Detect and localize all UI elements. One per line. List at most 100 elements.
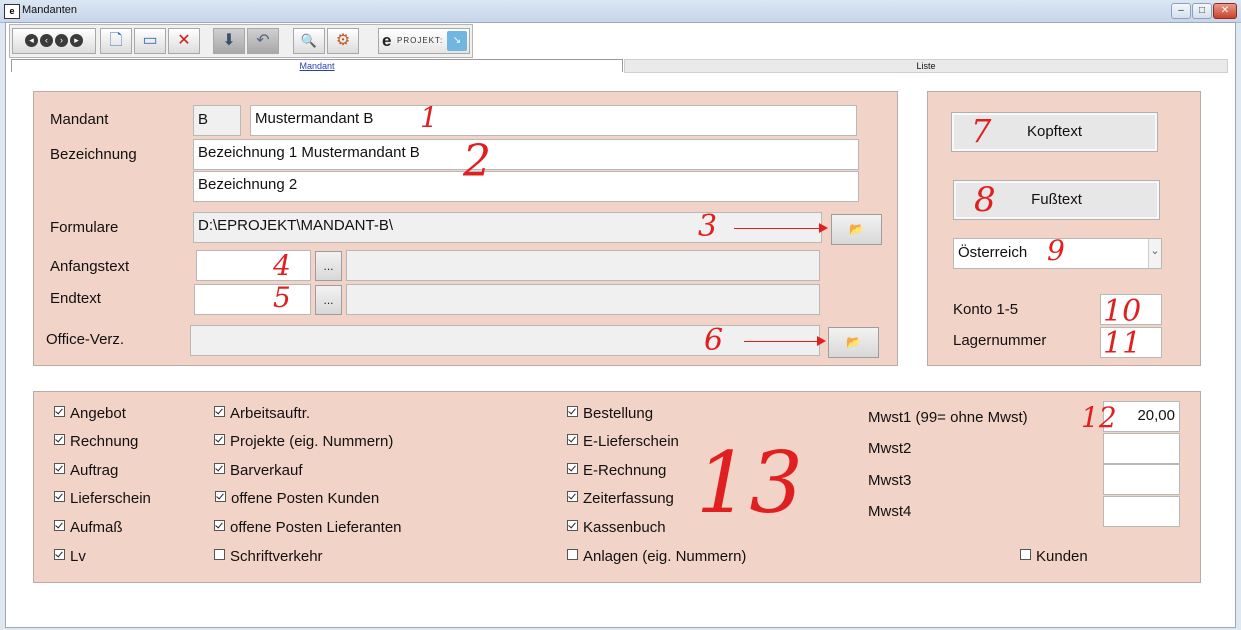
checkbox-icon[interactable] [567,406,578,417]
checkbox-icon[interactable] [214,549,225,560]
app-icon: e [4,4,20,19]
module-label: Schriftverkehr [230,548,323,565]
module-checkbox[interactable]: Arbeitsauftr. [214,405,310,422]
checkbox-icon[interactable] [54,520,65,531]
module-label: Anlagen (eig. Nummern) [583,548,747,565]
checkbox-icon[interactable] [54,406,65,417]
module-checkbox[interactable]: Angebot [54,405,126,422]
formulare-path-field[interactable]: D:\EPROJEKT\MANDANT-B\ [193,212,822,243]
checkbox-icon[interactable] [567,549,578,560]
module-checkbox[interactable]: Bestellung [567,405,653,422]
minimize-button[interactable]: – [1171,3,1191,19]
anfangstext-browse-button[interactable]: ... [315,251,342,281]
mwst3-field[interactable] [1103,464,1180,495]
bezeichnung2-field[interactable]: Bezeichnung 2 [193,171,859,202]
annotation-11: 11 [1103,326,1142,361]
lagernummer-label: Lagernummer [953,332,1047,349]
module-label: Rechnung [70,433,139,450]
checkbox-icon[interactable] [214,520,225,531]
mwst2-label: Mwst2 [868,440,912,457]
module-checkbox[interactable]: Zeiterfassung [567,490,674,507]
toolbar: ◂ ‹ › ▸ 🗋 ▭ ✕ ⬇ ↶ 🔍 ⚙ e PROJEKT: ↘ [9,24,473,58]
module-checkbox[interactable]: E-Rechnung [567,462,666,479]
kunden-checkbox[interactable]: Kunden [1020,548,1088,565]
module-label: Kassenbuch [583,519,666,536]
undo-button[interactable]: ↶ [247,28,279,54]
office-browse-button[interactable]: 📂 [828,327,879,358]
endtext-field[interactable] [194,284,311,315]
mandant-name-field[interactable]: Mustermandant B [250,105,857,136]
annotation-arrow-6 [744,336,826,346]
edit-record-button[interactable]: ▭ [134,28,166,54]
module-label: Angebot [70,405,126,422]
main-window: ◂ ‹ › ▸ 🗋 ▭ ✕ ⬇ ↶ 🔍 ⚙ e PROJEKT: ↘ Mandant … [5,22,1236,628]
checkbox-icon[interactable] [214,463,225,474]
checkbox-icon[interactable] [1020,549,1031,560]
mandant-code-field[interactable]: B [193,105,241,136]
record-navigation: ◂ ‹ › ▸ [12,28,96,54]
checkbox-icon[interactable] [567,463,578,474]
mwst4-field[interactable] [1103,496,1180,527]
country-value: Österreich [958,244,1028,261]
last-record-icon[interactable]: ▸ [70,34,83,48]
checkbox-icon[interactable] [214,406,225,417]
checkbox-icon[interactable] [54,549,65,560]
bezeichnung1-field[interactable]: Bezeichnung 1 Mustermandant B [193,139,859,170]
tab-mandant[interactable]: Mandant [11,59,623,72]
module-label: Kunden [1036,548,1088,565]
anfangstext-field[interactable] [196,250,311,281]
new-record-button[interactable]: 🗋 [100,28,132,54]
formulare-browse-button[interactable]: 📂 [831,214,882,245]
eprojekt-logo[interactable]: e PROJEKT: ↘ [378,28,470,54]
module-checkbox[interactable]: Kassenbuch [567,519,666,536]
checkbox-icon[interactable] [567,520,578,531]
delete-record-button[interactable]: ✕ [168,28,200,54]
annotation-7: 7 [971,112,992,150]
annotation-9: 9 [1047,234,1065,267]
module-checkbox[interactable]: offene Posten Kunden [215,490,379,507]
module-checkbox[interactable]: Schriftverkehr [214,548,323,565]
module-checkbox[interactable]: Aufmaß [54,519,123,536]
checkbox-icon[interactable] [54,463,65,474]
close-button[interactable]: ✕ [1213,3,1237,19]
checkbox-icon[interactable] [567,491,578,502]
anfangstext-description-field[interactable] [346,250,820,281]
konto-label: Konto 1-5 [953,301,1019,318]
chevron-down-icon[interactable]: ⌄ [1148,239,1161,268]
office-path-field[interactable] [190,325,820,356]
next-record-icon[interactable]: › [55,34,68,48]
module-checkbox[interactable]: offene Posten Lieferanten [214,519,402,536]
module-checkbox[interactable]: Barverkauf [214,462,303,479]
module-label: Zeiterfassung [583,490,674,507]
endtext-description-field[interactable] [346,284,820,315]
module-label: offene Posten Kunden [231,490,380,507]
module-label: E-Lieferschein [583,433,679,450]
checkbox-icon[interactable] [54,434,65,445]
mwst2-field[interactable] [1103,433,1180,464]
module-checkbox[interactable]: Auftrag [54,462,118,479]
tools-button[interactable]: ⚙ [327,28,359,54]
save-button[interactable]: ⬇ [213,28,245,54]
previous-record-icon[interactable]: ‹ [40,34,53,48]
checkbox-icon[interactable] [567,434,578,445]
checkbox-icon[interactable] [215,491,226,502]
save-icon: ⬇ [222,32,236,49]
module-checkbox[interactable]: Lieferschein [54,490,151,507]
first-record-icon[interactable]: ◂ [25,34,38,48]
module-checkbox[interactable]: Rechnung [54,433,138,450]
annotation-1: 1 [420,101,438,134]
maximize-button[interactable]: □ [1192,3,1212,19]
search-button[interactable]: 🔍 [293,28,325,54]
checkbox-icon[interactable] [54,491,65,502]
module-label: offene Posten Lieferanten [230,519,402,536]
module-checkbox[interactable]: E-Lieferschein [567,433,679,450]
module-checkbox[interactable]: Projekte (eig. Nummern) [214,433,393,450]
tab-liste[interactable]: Liste [624,59,1228,73]
annotation-2: 2 [463,136,491,187]
window-title: Mandanten [22,4,78,16]
checkbox-icon[interactable] [214,434,225,445]
endtext-browse-button[interactable]: ... [315,285,342,315]
module-checkbox[interactable]: Anlagen (eig. Nummern) [567,548,746,565]
anfangstext-label: Anfangstext [50,258,130,275]
module-checkbox[interactable]: Lv [54,548,86,565]
